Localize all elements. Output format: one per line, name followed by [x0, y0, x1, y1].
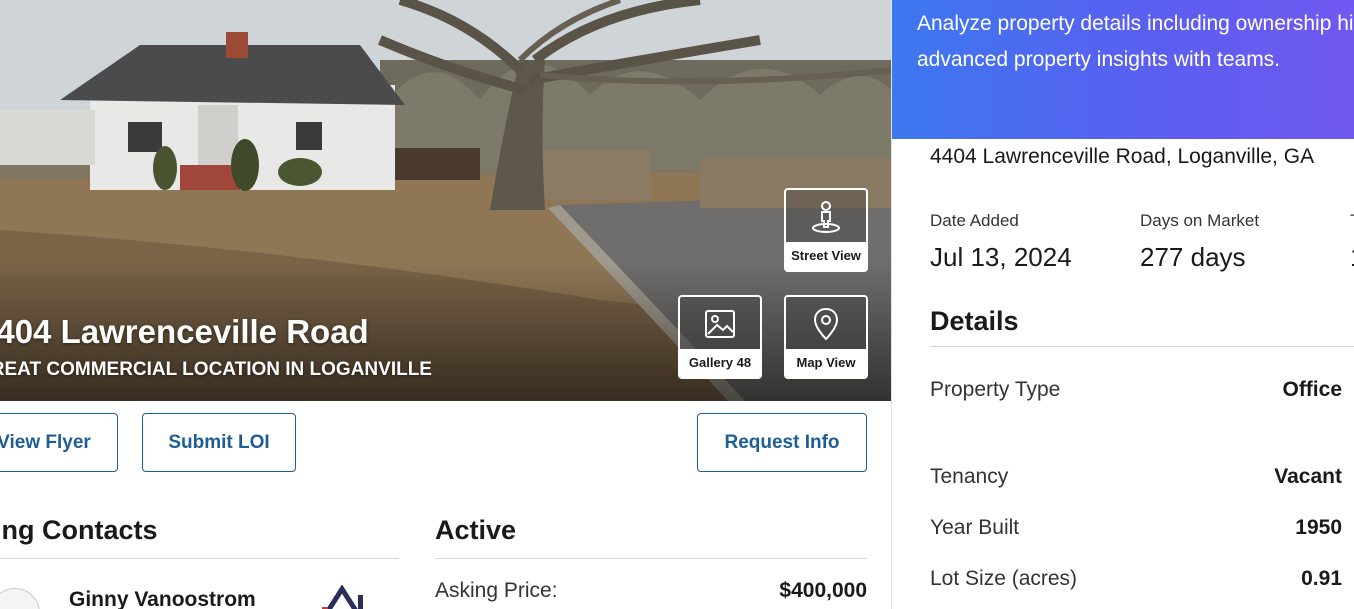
gallery-button[interactable]: Gallery 48 — [678, 295, 762, 379]
property-type-value: Office — [1282, 378, 1342, 401]
contact-name[interactable]: Ginny Vanoostrom — [69, 588, 256, 609]
property-summary-panel: Analyze property details including owner… — [891, 0, 1354, 609]
hero-image[interactable]: 4404 Lawrenceville Road GREAT COMMERCIAL… — [0, 0, 891, 401]
view-flyer-button[interactable]: View Flyer — [0, 413, 118, 472]
date-added-value: Jul 13, 2024 — [930, 242, 1072, 272]
tenancy-label: Tenancy — [930, 465, 1009, 488]
property-subtitle: GREAT COMMERCIAL LOCATION IN LOGANVILLE — [0, 359, 432, 380]
map-view-label: Map View — [786, 349, 866, 377]
details-heading: Details — [930, 306, 1019, 336]
property-address: 4404 Lawrenceville Road, Loganville, GA — [930, 145, 1315, 168]
status-divider — [435, 558, 867, 559]
contacts-divider — [0, 558, 399, 559]
promo-text: Analyze property details including owner… — [917, 12, 1354, 71]
year-built-label: Year Built — [930, 516, 1020, 539]
image-icon — [680, 297, 760, 351]
third-stat-value: 1 — [1350, 242, 1354, 273]
brokerage-logo — [322, 585, 363, 609]
year-built-value: 1950 — [1295, 516, 1342, 539]
tenancy-value: Vacant — [1274, 465, 1342, 488]
asking-price-label: Asking Price: — [435, 579, 558, 602]
date-added-label: Date Added — [930, 211, 1019, 230]
map-view-button[interactable]: Map View — [784, 295, 868, 379]
days-on-market-label: Days on Market — [1140, 211, 1260, 230]
asking-price-value: $400,000 — [779, 579, 867, 602]
third-stat-label: T — [1350, 211, 1354, 231]
listing-contacts-heading: Listing Contacts — [0, 515, 158, 545]
property-type-label: Property Type — [930, 378, 1061, 401]
request-info-button[interactable]: Request Info — [697, 413, 867, 472]
street-view-button[interactable]: Street View — [784, 188, 868, 272]
details-divider — [930, 346, 1354, 347]
gallery-label: Gallery 48 — [680, 349, 760, 377]
person-pin-icon — [786, 190, 866, 244]
avatar — [0, 588, 40, 609]
submit-loi-button[interactable]: Submit LOI — [142, 413, 296, 472]
promo-banner[interactable]: Analyze property details including owner… — [892, 0, 1354, 139]
lot-size-value: 0.91 — [1301, 567, 1342, 590]
status-heading: Active — [435, 515, 517, 545]
lot-size-label: Lot Size (acres) — [930, 567, 1078, 590]
property-title: 4404 Lawrenceville Road — [0, 313, 369, 350]
days-on-market-value: 277 days — [1140, 242, 1246, 272]
location-pin-icon — [786, 297, 866, 351]
street-view-label: Street View — [786, 242, 866, 270]
